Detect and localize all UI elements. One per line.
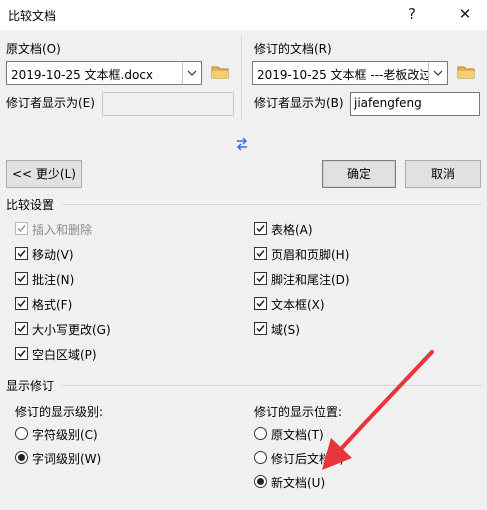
original-document-label: 原文档(O) [6,42,61,56]
radio-selected-dot [18,454,25,461]
checkbox-label: 移动(V) [32,248,74,262]
checkbox-label: 域(S) [271,323,300,337]
radio-label: 字符级别(C) [32,428,98,442]
radio-circle[interactable] [254,427,267,440]
checkbox-box[interactable] [15,272,28,285]
original-label-as-field [102,92,234,116]
checkbox-label: 空白区域(P) [32,348,97,362]
checkbox-label: 脚注和尾注(D) [271,273,350,287]
checkbox-box[interactable] [15,247,28,260]
checkbox-box [15,222,28,235]
cancel-button[interactable]: 取消 [405,160,481,188]
radio-circle[interactable] [15,427,28,440]
original-label-as-input [106,96,223,110]
show-changes-title: 显示修订 [6,379,55,393]
checkbox-box[interactable] [15,322,28,335]
close-button[interactable]: ✕ [455,4,475,24]
ok-button[interactable]: 确定 [322,160,396,188]
radio-circle[interactable] [15,451,28,464]
radio-circle[interactable] [254,475,267,488]
checkbox-label: 页眉和页脚(H) [271,248,350,262]
revised-label-as-label: 修订者显示为(B) [254,96,344,110]
checkbox-label: 批注(N) [32,273,75,287]
folder-icon[interactable] [456,63,476,84]
radio-circle[interactable] [254,451,267,464]
checkbox-box[interactable] [15,297,28,310]
checkbox-box[interactable] [254,222,267,235]
checkbox-label: 文本框(X) [271,298,325,312]
revised-document-value: 2019-10-25 文本框 ---老板改过 [257,68,429,82]
help-button[interactable]: ? [402,4,422,24]
original-document-value: 2019-10-25 文本框.docx [11,68,154,82]
checkbox-box[interactable] [254,272,267,285]
folder-icon[interactable] [210,63,230,84]
revision-location-title: 修订的显示位置: [254,405,343,419]
revised-document-combo[interactable]: 2019-10-25 文本框 ---老板改过 [252,61,448,85]
revised-document-label: 修订的文档(R) [254,42,332,56]
radio-label: 新文档(U) [271,476,326,490]
checkbox-label: 大小写更改(G) [32,323,111,337]
radio-label: 字词级别(W) [32,452,102,466]
checkbox-label: 插入和删除 [32,223,93,237]
checkbox-box[interactable] [254,322,267,335]
checkbox-box[interactable] [15,347,28,360]
panel-divider [241,36,242,120]
original-label-as-label: 修订者显示为(E) [6,96,95,110]
compare-settings-title: 比较设置 [6,198,55,212]
section-divider [62,385,482,386]
section-divider [62,204,482,205]
radio-selected-dot [257,478,264,485]
original-document-combo[interactable]: 2019-10-25 文本框.docx [6,61,202,85]
radio-label: 原文档(T) [271,428,324,442]
checkbox-box[interactable] [254,297,267,310]
chevron-down-icon[interactable] [428,62,447,84]
checkbox-label: 格式(F) [32,298,73,312]
revised-label-as-input[interactable] [354,96,470,110]
checkbox-box[interactable] [254,247,267,260]
revision-level-title: 修订的显示级别: [15,405,104,419]
chevron-down-icon[interactable] [182,62,201,84]
radio-label: 修订后文档(I) [271,452,344,466]
window-title: 比较文档 [8,9,57,23]
revised-label-as-field[interactable] [350,92,480,116]
checkbox-label: 表格(A) [271,223,313,237]
swap-icon[interactable] [235,136,249,155]
less-button[interactable]: << 更少(L) [6,160,82,188]
